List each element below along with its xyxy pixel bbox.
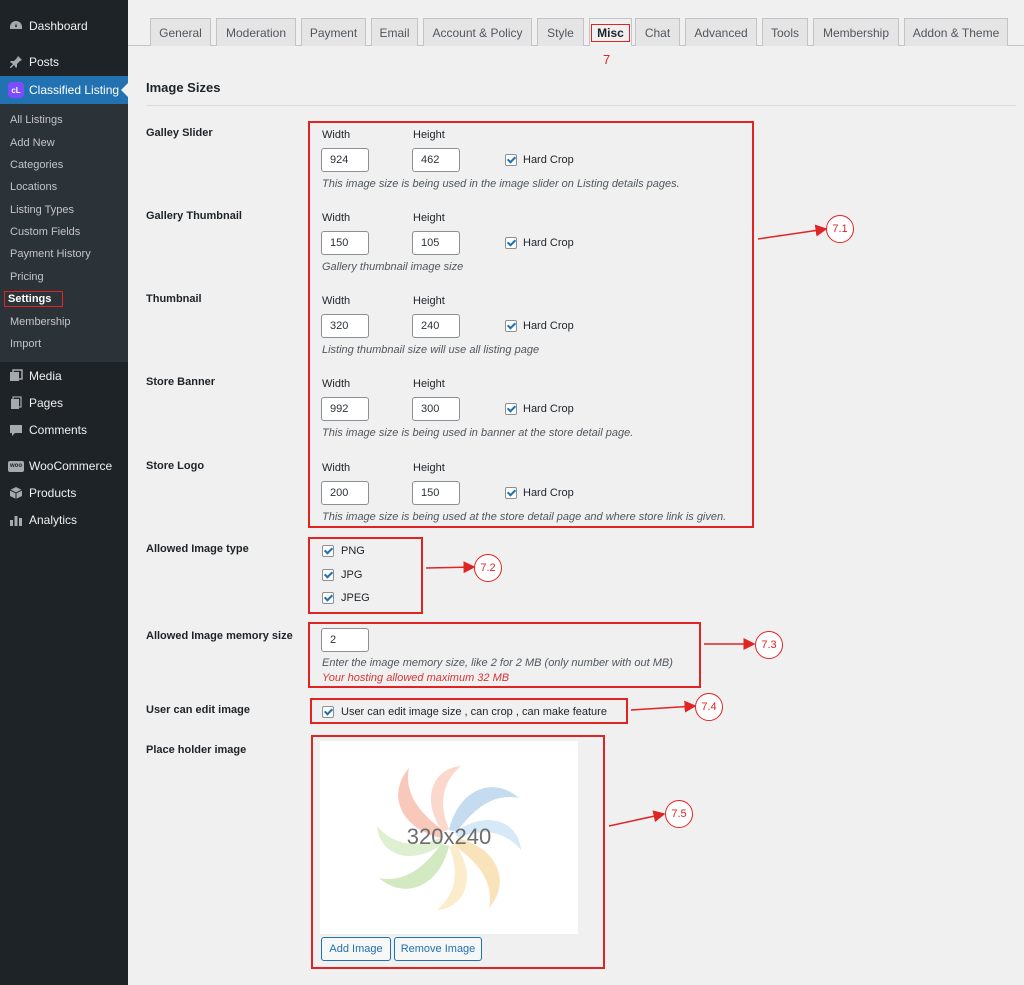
menu-classified-listing[interactable]: cL Classified Listing bbox=[0, 76, 128, 104]
image-type-highlight-box bbox=[308, 537, 423, 614]
classified-listing-submenu: All Listings Add New Categories Location… bbox=[0, 104, 128, 362]
arrow-7-2 bbox=[425, 561, 476, 574]
image-sizes-highlight-box bbox=[308, 121, 754, 528]
menu-posts-label: Posts bbox=[29, 55, 60, 69]
classified-listing-logo-text: cL bbox=[8, 82, 24, 98]
submenu-locations[interactable]: Locations bbox=[0, 176, 128, 198]
submenu-payment-history[interactable]: Payment History bbox=[0, 243, 128, 265]
submenu-pricing[interactable]: Pricing bbox=[0, 266, 128, 288]
menu-analytics-label: Analytics bbox=[29, 513, 78, 527]
tab-membership[interactable]: Membership bbox=[813, 18, 899, 46]
callout-7-5: 7.5 bbox=[665, 800, 693, 828]
menu-analytics[interactable]: Analytics bbox=[0, 506, 128, 534]
submenu-listing-types[interactable]: Listing Types bbox=[0, 199, 128, 221]
submenu-add-new[interactable]: Add New bbox=[0, 132, 128, 154]
menu-woocommerce[interactable]: woo WooCommerce bbox=[0, 452, 128, 480]
submenu-settings[interactable]: Settings bbox=[0, 288, 128, 310]
callout-7-2: 7.2 bbox=[474, 554, 502, 582]
label-store-banner: Store Banner bbox=[146, 376, 216, 388]
menu-comments-label: Comments bbox=[29, 423, 88, 437]
label-user-edit-image: User can edit image bbox=[146, 704, 250, 716]
misc-annotation-number: 7 bbox=[603, 52, 611, 67]
menu-classified-listing-label: Classified Listing bbox=[29, 83, 120, 97]
section-divider bbox=[146, 105, 1016, 106]
menu-dashboard[interactable]: Dashboard bbox=[0, 12, 128, 40]
submenu-categories[interactable]: Categories bbox=[0, 154, 128, 176]
callout-7-3: 7.3 bbox=[755, 631, 783, 659]
tab-email[interactable]: Email bbox=[371, 18, 418, 46]
submenu-all-listings[interactable]: All Listings bbox=[0, 109, 128, 131]
media-icon bbox=[8, 368, 24, 384]
arrow-7-5 bbox=[608, 810, 666, 827]
memory-highlight-box bbox=[308, 622, 701, 688]
menu-pages-label: Pages bbox=[29, 396, 64, 410]
label-memory-size: Allowed Image memory size bbox=[146, 630, 293, 642]
callout-7-1: 7.1 bbox=[826, 215, 854, 243]
classified-listing-logo: cL bbox=[8, 82, 24, 98]
section-title: Image Sizes bbox=[146, 80, 221, 95]
menu-woocommerce-label: WooCommerce bbox=[29, 459, 113, 473]
pin-icon bbox=[8, 54, 24, 70]
tab-general[interactable]: General bbox=[150, 18, 211, 46]
edit-image-highlight-box bbox=[310, 698, 628, 724]
tab-advanced[interactable]: Advanced bbox=[685, 18, 757, 46]
tab-tools[interactable]: Tools bbox=[762, 18, 808, 46]
box-icon bbox=[8, 485, 24, 501]
arrow-7-4 bbox=[630, 700, 697, 713]
tab-chat[interactable]: Chat bbox=[635, 18, 680, 46]
submenu-import[interactable]: Import bbox=[0, 333, 128, 355]
label-thumbnail: Thumbnail bbox=[146, 293, 202, 305]
tab-moderation[interactable]: Moderation bbox=[216, 18, 296, 46]
woocommerce-icon: woo bbox=[8, 458, 24, 474]
tab-misc[interactable]: Misc bbox=[589, 18, 632, 46]
admin-sidebar: Dashboard Posts cL Classified Listing Al… bbox=[0, 0, 128, 985]
menu-media[interactable]: Media bbox=[0, 362, 128, 390]
menu-products-label: Products bbox=[29, 486, 77, 500]
active-menu-arrow bbox=[121, 83, 128, 97]
tab-addon-theme[interactable]: Addon & Theme bbox=[904, 18, 1008, 46]
label-allowed-image-type: Allowed Image type bbox=[146, 543, 249, 555]
menu-posts[interactable]: Posts bbox=[0, 48, 128, 76]
arrow-7-1 bbox=[757, 224, 828, 240]
label-placeholder-image: Place holder image bbox=[146, 744, 247, 756]
placeholder-highlight-box bbox=[311, 735, 605, 969]
tab-payment[interactable]: Payment bbox=[301, 18, 366, 46]
comment-icon bbox=[8, 422, 24, 438]
menu-dashboard-label: Dashboard bbox=[29, 19, 88, 33]
tab-account-policy[interactable]: Account & Policy bbox=[423, 18, 532, 46]
woocommerce-logo-text: woo bbox=[8, 460, 24, 472]
tab-style[interactable]: Style bbox=[537, 18, 584, 46]
label-gallery-slider: Galley Slider bbox=[146, 127, 213, 139]
menu-pages[interactable]: Pages bbox=[0, 389, 128, 417]
dashboard-icon bbox=[8, 18, 24, 34]
menu-media-label: Media bbox=[29, 369, 62, 383]
bar-chart-icon bbox=[8, 512, 24, 528]
pages-icon bbox=[8, 395, 24, 411]
menu-comments[interactable]: Comments bbox=[0, 416, 128, 444]
callout-7-4: 7.4 bbox=[695, 693, 723, 721]
submenu-custom-fields[interactable]: Custom Fields bbox=[0, 221, 128, 243]
submenu-membership[interactable]: Membership bbox=[0, 311, 128, 333]
label-gallery-thumbnail: Gallery Thumbnail bbox=[146, 210, 242, 222]
label-store-logo: Store Logo bbox=[146, 460, 205, 472]
menu-products[interactable]: Products bbox=[0, 479, 128, 507]
